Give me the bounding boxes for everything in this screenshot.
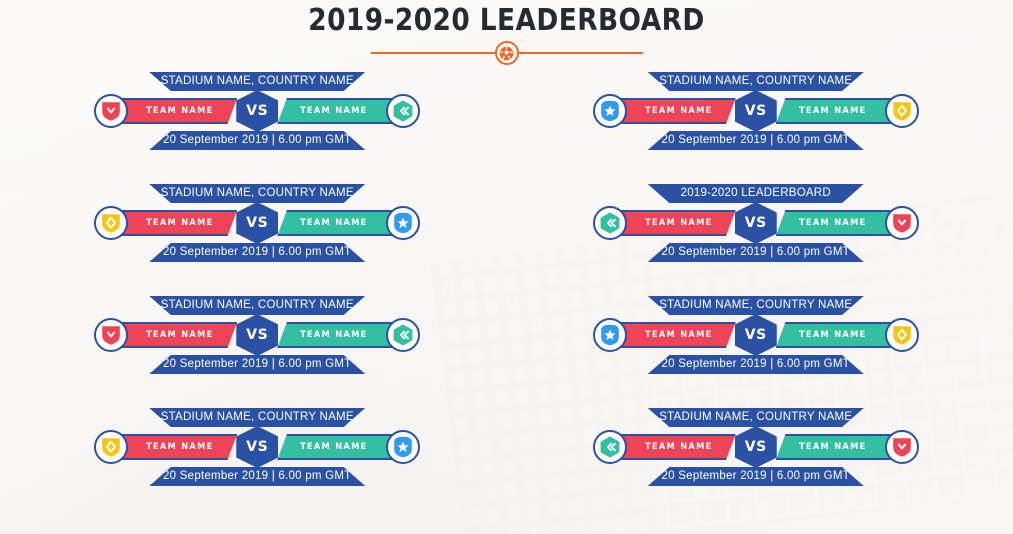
- match-card[interactable]: STADIUM NAME, COUNTRY NAME TEAM NAME VS TEA…: [8, 184, 507, 278]
- away-team-bar[interactable]: TEAM NAME: [277, 434, 400, 460]
- fixture-row: TEAM NAME VS TEAM NAME: [592, 90, 919, 132]
- shield-chevron-icon[interactable]: [94, 94, 129, 128]
- home-team-bar[interactable]: TEAM NAME: [613, 322, 736, 348]
- match-card[interactable]: STADIUM NAME, COUNTRY NAME TEAM NAME VS TEA…: [507, 72, 1006, 166]
- vs-badge: VS: [236, 314, 279, 356]
- match-grid: STADIUM NAME, COUNTRY NAME TEAM NAME VS TEA…: [0, 72, 1013, 502]
- datetime-banner: 20 September 2019 | 6.00 pm GMT: [647, 355, 864, 374]
- hexagon-double-chevron-icon[interactable]: [386, 318, 421, 352]
- home-team-bar[interactable]: TEAM NAME: [115, 322, 238, 348]
- fixture-row: TEAM NAME VS TEAM NAME: [94, 314, 421, 356]
- hexagon-double-chevron-icon[interactable]: [592, 430, 627, 464]
- vs-badge: VS: [236, 426, 279, 468]
- datetime-banner: 20 September 2019 | 6.00 pm GMT: [149, 243, 366, 262]
- home-team-bar[interactable]: TEAM NAME: [115, 434, 238, 460]
- datetime-banner: 20 September 2019 | 6.00 pm GMT: [647, 467, 864, 486]
- venue-banner: 2019-2020 LEADERBOARD: [647, 184, 864, 203]
- venue-banner: STADIUM NAME, COUNTRY NAME: [149, 72, 366, 91]
- datetime-banner: 20 September 2019 | 6.00 pm GMT: [149, 355, 366, 374]
- shield-chevron-icon[interactable]: [884, 430, 919, 464]
- hexagon-double-chevron-icon[interactable]: [592, 206, 627, 240]
- away-team-name: TEAM NAME: [300, 218, 369, 228]
- away-team-name: TEAM NAME: [300, 106, 369, 116]
- away-team-bar[interactable]: TEAM NAME: [775, 210, 898, 236]
- home-team-bar[interactable]: TEAM NAME: [613, 210, 736, 236]
- soccer-ball-icon: [494, 41, 519, 65]
- fixture-row: TEAM NAME VS TEAM NAME: [94, 90, 421, 132]
- fixture-row: TEAM NAME VS TEAM NAME: [592, 426, 919, 468]
- vs-badge: VS: [734, 314, 777, 356]
- home-team-name: TEAM NAME: [644, 442, 713, 452]
- vs-badge: VS: [734, 90, 777, 132]
- title-divider: [0, 38, 1013, 68]
- match-card[interactable]: STADIUM NAME, COUNTRY NAME TEAM NAME VS TEA…: [8, 408, 507, 502]
- match-card[interactable]: STADIUM NAME, COUNTRY NAME TEAM NAME VS TEA…: [8, 72, 507, 166]
- match-card[interactable]: STADIUM NAME, COUNTRY NAME TEAM NAME VS TEA…: [8, 296, 507, 390]
- home-team-name: TEAM NAME: [644, 106, 713, 116]
- away-team-bar[interactable]: TEAM NAME: [775, 322, 898, 348]
- fixture-row: TEAM NAME VS TEAM NAME: [592, 314, 919, 356]
- away-team-name: TEAM NAME: [798, 442, 867, 452]
- vs-badge: VS: [734, 202, 777, 244]
- venue-banner: STADIUM NAME, COUNTRY NAME: [647, 72, 864, 91]
- shield-diamond-icon[interactable]: [884, 318, 919, 352]
- venue-banner: STADIUM NAME, COUNTRY NAME: [149, 184, 366, 203]
- venue-banner: STADIUM NAME, COUNTRY NAME: [647, 408, 864, 427]
- venue-banner: STADIUM NAME, COUNTRY NAME: [149, 408, 366, 427]
- vs-badge: VS: [236, 90, 279, 132]
- shield-diamond-icon[interactable]: [884, 94, 919, 128]
- datetime-banner: 20 September 2019 | 6.00 pm GMT: [149, 467, 366, 486]
- fixture-row: TEAM NAME VS TEAM NAME: [592, 202, 919, 244]
- away-team-bar[interactable]: TEAM NAME: [277, 98, 400, 124]
- away-team-name: TEAM NAME: [300, 330, 369, 340]
- home-team-name: TEAM NAME: [644, 218, 713, 228]
- home-team-name: TEAM NAME: [146, 218, 215, 228]
- home-team-name: TEAM NAME: [146, 106, 215, 116]
- home-team-name: TEAM NAME: [146, 442, 215, 452]
- fixture-row: TEAM NAME VS TEAM NAME: [94, 426, 421, 468]
- away-team-bar[interactable]: TEAM NAME: [277, 322, 400, 348]
- datetime-banner: 20 September 2019 | 6.00 pm GMT: [149, 131, 366, 150]
- shield-diamond-icon[interactable]: [94, 430, 129, 464]
- home-team-bar[interactable]: TEAM NAME: [115, 98, 238, 124]
- away-team-name: TEAM NAME: [798, 330, 867, 340]
- fixture-row: TEAM NAME VS TEAM NAME: [94, 202, 421, 244]
- away-team-bar[interactable]: TEAM NAME: [277, 210, 400, 236]
- shield-chevron-icon[interactable]: [94, 318, 129, 352]
- circle-star-icon[interactable]: [592, 318, 627, 352]
- match-card[interactable]: STADIUM NAME, COUNTRY NAME TEAM NAME VS TEA…: [507, 296, 1006, 390]
- home-team-name: TEAM NAME: [146, 330, 215, 340]
- match-card[interactable]: STADIUM NAME, COUNTRY NAME TEAM NAME VS TEA…: [507, 408, 1006, 502]
- vs-badge: VS: [236, 202, 279, 244]
- circle-star-icon[interactable]: [592, 94, 627, 128]
- page-title: 2019-2020 LEADERBOARD: [308, 3, 705, 38]
- vs-badge: VS: [734, 426, 777, 468]
- away-team-name: TEAM NAME: [300, 442, 369, 452]
- home-team-bar[interactable]: TEAM NAME: [115, 210, 238, 236]
- shield-diamond-icon[interactable]: [94, 206, 129, 240]
- circle-star-icon[interactable]: [386, 206, 421, 240]
- hexagon-double-chevron-icon[interactable]: [386, 94, 421, 128]
- match-card[interactable]: 2019-2020 LEADERBOARD TEAM NAME VS TEAM NAM…: [507, 184, 1006, 278]
- home-team-bar[interactable]: TEAM NAME: [613, 434, 736, 460]
- home-team-name: TEAM NAME: [644, 330, 713, 340]
- datetime-banner: 20 September 2019 | 6.00 pm GMT: [647, 131, 864, 150]
- circle-star-icon[interactable]: [386, 430, 421, 464]
- away-team-bar[interactable]: TEAM NAME: [775, 98, 898, 124]
- away-team-name: TEAM NAME: [798, 106, 867, 116]
- shield-chevron-icon[interactable]: [884, 206, 919, 240]
- away-team-name: TEAM NAME: [798, 218, 867, 228]
- datetime-banner: 20 September 2019 | 6.00 pm GMT: [647, 243, 864, 262]
- venue-banner: STADIUM NAME, COUNTRY NAME: [647, 296, 864, 315]
- home-team-bar[interactable]: TEAM NAME: [613, 98, 736, 124]
- venue-banner: STADIUM NAME, COUNTRY NAME: [149, 296, 366, 315]
- away-team-bar[interactable]: TEAM NAME: [775, 434, 898, 460]
